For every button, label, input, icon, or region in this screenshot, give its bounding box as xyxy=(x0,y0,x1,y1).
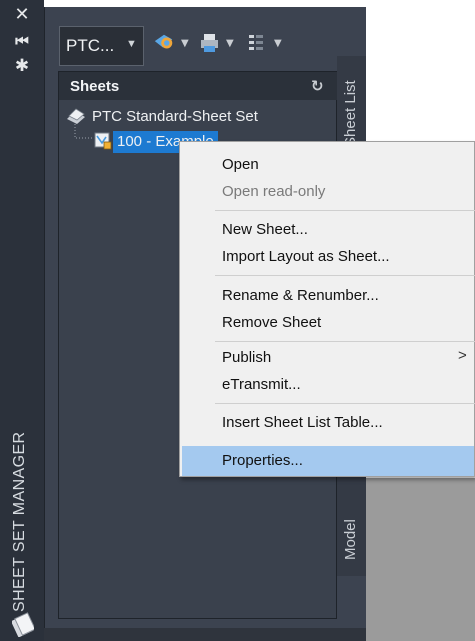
menu-item-rename-renumber[interactable]: Rename & Renumber... xyxy=(222,287,379,304)
sheet-set-view-icon[interactable] xyxy=(151,32,177,54)
close-icon[interactable]: ✕ xyxy=(0,4,44,25)
tab-model[interactable]: Model xyxy=(342,519,359,560)
gear-icon[interactable]: ✱ xyxy=(0,56,44,76)
chevron-down-icon: ▼ xyxy=(126,38,137,50)
chevron-down-icon[interactable]: ▼ xyxy=(181,38,189,49)
menu-separator xyxy=(215,275,475,276)
menu-item-etransmit[interactable]: eTransmit... xyxy=(222,376,301,393)
drawing-area xyxy=(366,478,475,641)
sheet-list-table-icon[interactable] xyxy=(246,32,268,54)
menu-item-remove-sheet[interactable]: Remove Sheet xyxy=(222,314,321,331)
menu-item-open-read-only[interactable]: Open read-only xyxy=(222,183,325,200)
menu-separator xyxy=(215,403,475,404)
sheet-set-dropdown-value: PTC... xyxy=(66,36,115,55)
sheet-icon xyxy=(94,132,112,150)
menu-item-properties[interactable]: Properties... xyxy=(222,452,303,469)
menu-item-insert-sheet-list-table[interactable]: Insert Sheet List Table... xyxy=(222,414,383,431)
sheets-title: Sheets xyxy=(70,78,120,95)
sheet-set-manager-icon xyxy=(12,612,34,637)
menu-separator xyxy=(215,341,475,342)
sheet-set-icon xyxy=(67,108,85,124)
menu-item-open[interactable]: Open xyxy=(222,156,259,173)
autohide-icon[interactable]: ⏮ xyxy=(0,32,44,50)
sheet-set-dropdown[interactable]: PTC... ▼ xyxy=(59,26,144,66)
palette-title: SHEET SET MANAGER xyxy=(11,431,28,612)
menu-item-publish[interactable]: Publish xyxy=(222,349,271,366)
chevron-down-icon[interactable]: ▼ xyxy=(274,38,282,49)
refresh-icon[interactable]: ↻ xyxy=(311,77,324,95)
context-menu: Open Open read-only New Sheet... Import … xyxy=(179,141,475,477)
tree-item-sheet-set[interactable]: PTC Standard-Sheet Set xyxy=(92,108,258,125)
menu-item-new-sheet[interactable]: New Sheet... xyxy=(222,221,308,238)
menu-separator xyxy=(215,210,475,211)
submenu-arrow-icon: > xyxy=(458,347,467,364)
tab-sheet-list[interactable]: Sheet List xyxy=(342,80,359,147)
tree-connector xyxy=(74,124,94,139)
palette-title-strip: ✕ ⏮ ✱ SHEET SET MANAGER xyxy=(0,0,44,641)
publish-icon[interactable] xyxy=(199,32,221,54)
palette-bottom-bar xyxy=(44,628,366,641)
chevron-down-icon[interactable]: ▼ xyxy=(226,38,234,49)
menu-item-import-layout[interactable]: Import Layout as Sheet... xyxy=(222,248,390,265)
